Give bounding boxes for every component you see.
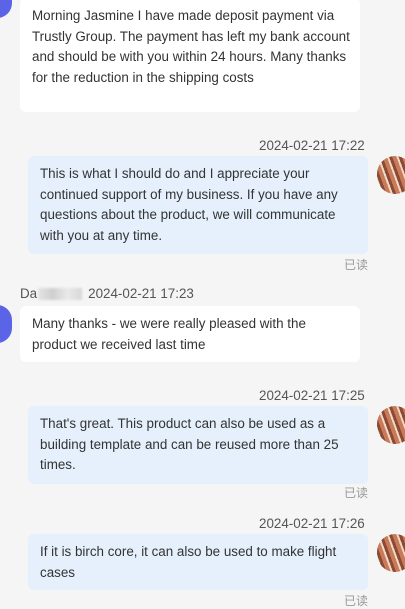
message-text: Many thanks - we were really pleased wit…	[32, 316, 306, 352]
user-avatar[interactable]	[377, 534, 405, 572]
message-text: Morning Jasmine I have made deposit paym…	[32, 8, 350, 85]
sender-line: Da 2024-02-21 17:23	[20, 286, 194, 301]
incoming-message: Morning Jasmine I have made deposit paym…	[20, 0, 360, 112]
user-avatar[interactable]	[377, 406, 405, 444]
contact-avatar[interactable]	[0, 305, 12, 343]
outgoing-message: That's great. This product can also be u…	[28, 406, 368, 484]
read-status: 已读	[344, 594, 369, 608]
user-avatar[interactable]	[377, 156, 405, 194]
outgoing-message: If it is birch core, it can also be used…	[28, 534, 368, 590]
redacted-name	[38, 288, 83, 301]
message-timestamp: 2024-02-21 17:26	[259, 516, 365, 531]
message-timestamp: 2024-02-21 17:22	[259, 138, 365, 153]
sender-name: Da	[20, 286, 38, 301]
outgoing-message: This is what I should do and I appreciat…	[28, 156, 368, 254]
message-timestamp: 2024-02-21 17:25	[259, 388, 365, 403]
message-timestamp: 2024-02-21 17:23	[88, 286, 194, 301]
message-text: If it is birch core, it can also be used…	[40, 544, 337, 580]
message-text: This is what I should do and I appreciat…	[40, 166, 338, 243]
read-status: 已读	[344, 258, 369, 272]
message-text: That's great. This product can also be u…	[40, 416, 339, 472]
contact-avatar[interactable]	[0, 0, 12, 18]
read-status: 已读	[344, 486, 369, 500]
incoming-message: Many thanks - we were really pleased wit…	[20, 306, 360, 362]
